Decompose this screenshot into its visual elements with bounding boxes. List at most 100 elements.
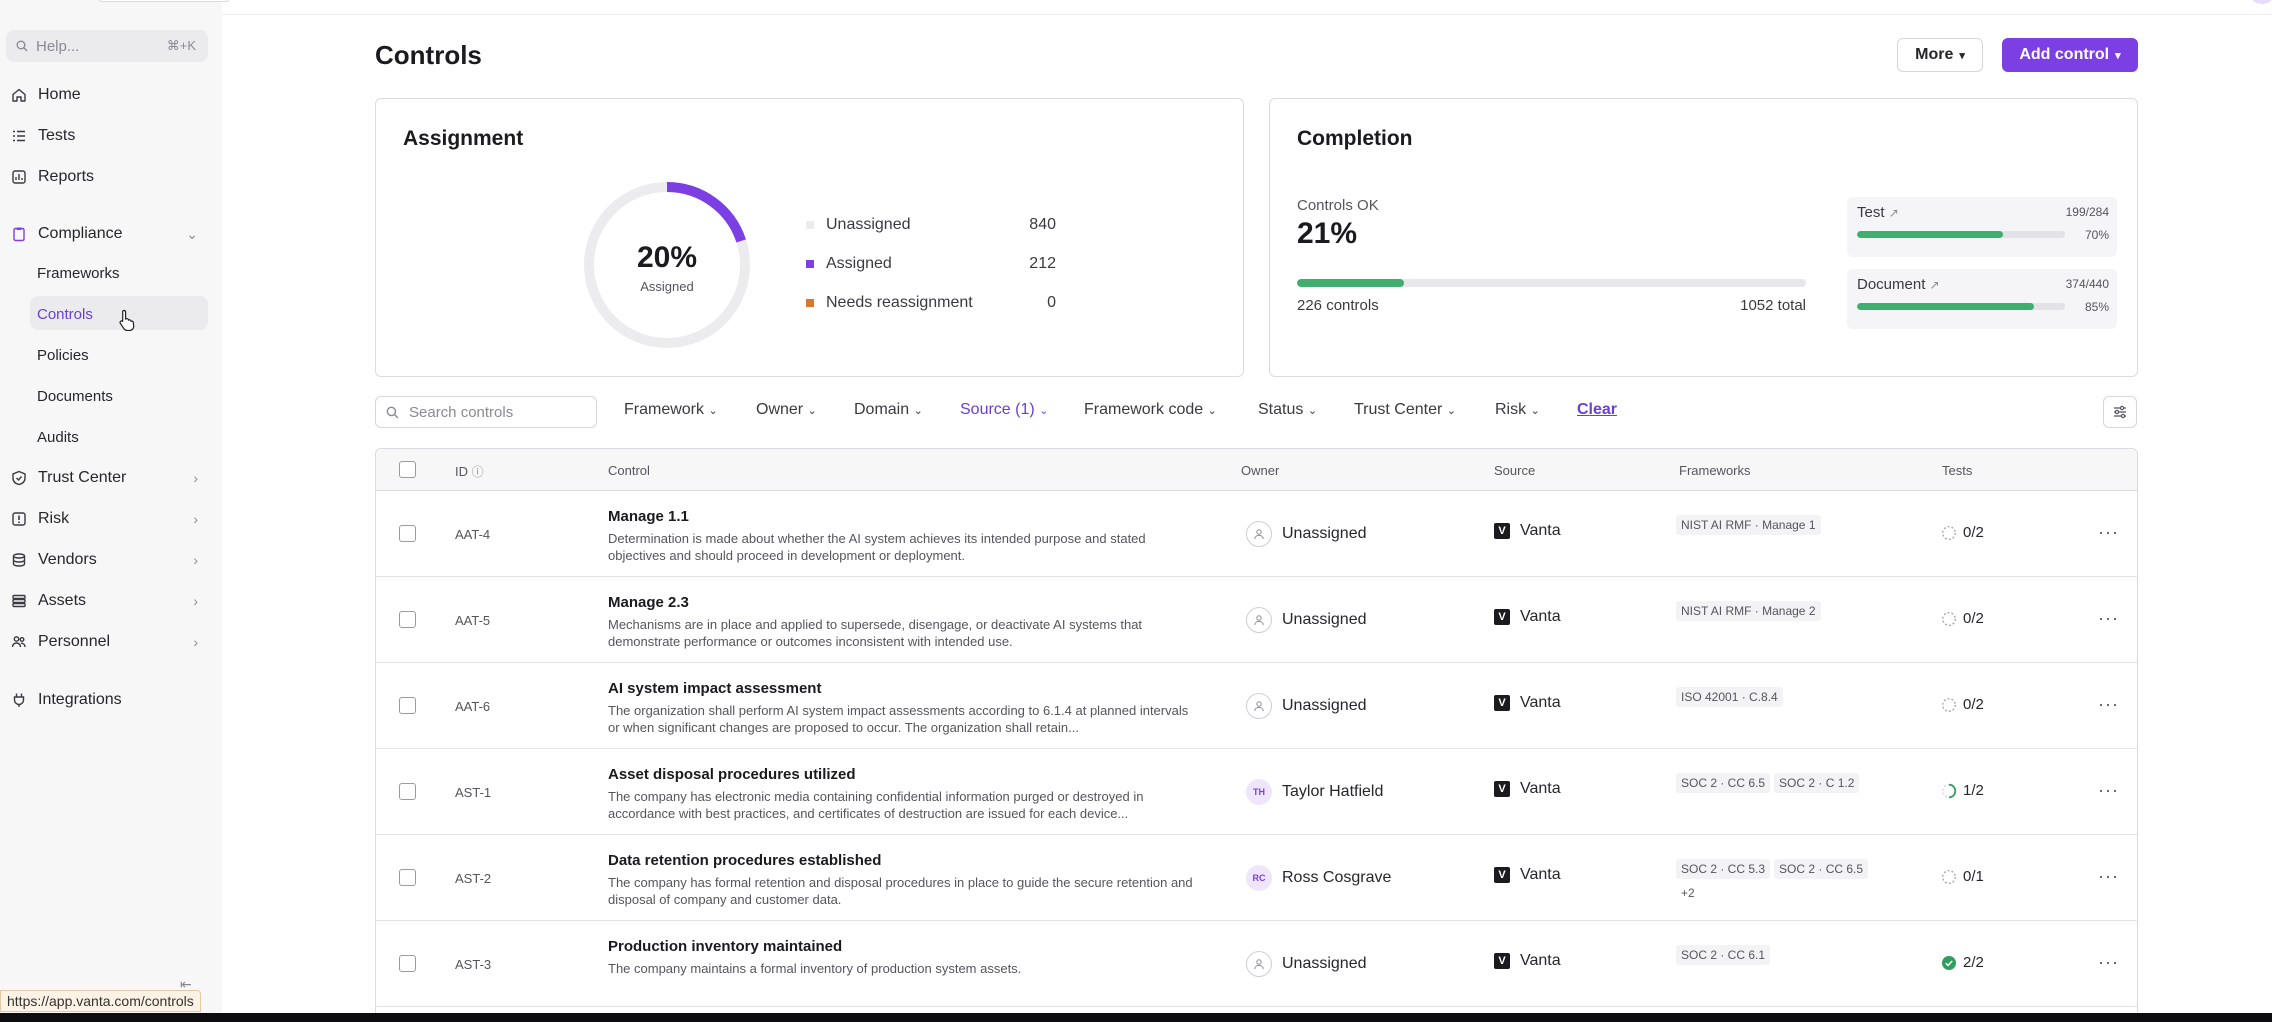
document-label: Document ↗ bbox=[1857, 276, 1940, 293]
filter-trust-center[interactable]: Trust Center ⌄ bbox=[1354, 401, 1456, 419]
test-progress[interactable]: Test ↗ 199/284 70% bbox=[1847, 197, 2117, 257]
row-menu-icon[interactable]: ··· bbox=[2098, 952, 2119, 973]
help-placeholder: Help... bbox=[36, 37, 80, 55]
control-id: AST-1 bbox=[455, 785, 492, 800]
control-title[interactable]: Manage 2.3 bbox=[608, 594, 689, 611]
row-menu-icon[interactable]: ··· bbox=[2098, 780, 2119, 801]
control-title[interactable]: Asset disposal procedures utilized bbox=[608, 766, 856, 783]
legend-needs-reassignment: Needs reassignment 0 bbox=[806, 291, 1056, 315]
help-search[interactable]: Help... ⌘+K bbox=[6, 30, 208, 62]
table-row[interactable]: AAT-6 AI system impact assessment The orga… bbox=[376, 663, 2137, 749]
sidebar-sub-policies[interactable]: Policies bbox=[30, 338, 208, 372]
filter-source[interactable]: Source (1) ⌄ bbox=[960, 401, 1048, 419]
row-checkbox[interactable] bbox=[399, 697, 416, 714]
row-checkbox[interactable] bbox=[399, 783, 416, 800]
document-progress[interactable]: Document ↗ 374/440 85% bbox=[1847, 269, 2117, 329]
legend-count: 840 bbox=[1029, 216, 1056, 233]
filter-framework[interactable]: Framework ⌄ bbox=[624, 401, 718, 419]
controls-table: ID ⓘ Control Owner Source Frameworks Tes… bbox=[375, 448, 2138, 1018]
table-row[interactable]: AAT-4 Manage 1.1 Determination is made abo… bbox=[376, 491, 2137, 577]
controls-ok-bar bbox=[1297, 279, 1806, 287]
owner-cell[interactable]: Unassigned bbox=[1246, 692, 1367, 720]
column-tests[interactable]: Tests bbox=[1942, 463, 1972, 478]
owner-cell[interactable]: Unassigned bbox=[1246, 950, 1367, 978]
select-all-checkbox[interactable] bbox=[399, 461, 416, 478]
plug-icon bbox=[10, 691, 28, 709]
row-menu-icon[interactable]: ··· bbox=[2098, 866, 2119, 887]
owner-cell[interactable]: TH Taylor Hatfield bbox=[1246, 778, 1383, 806]
legend-swatch bbox=[806, 260, 814, 268]
filter-owner[interactable]: Owner ⌄ bbox=[756, 401, 817, 419]
column-frameworks[interactable]: Frameworks bbox=[1679, 463, 1751, 478]
status-bar-url: https://app.vanta.com/controls bbox=[0, 990, 201, 1012]
tests-cell[interactable]: 0/2 bbox=[1941, 524, 1984, 541]
table-row[interactable]: AST-2 Data retention procedures establish… bbox=[376, 835, 2137, 921]
column-control[interactable]: Control bbox=[608, 463, 650, 478]
control-id: AAT-4 bbox=[455, 527, 491, 542]
owner-cell[interactable]: Unassigned bbox=[1246, 520, 1367, 548]
sidebar-sub-audits[interactable]: Audits bbox=[30, 420, 208, 454]
assignment-percent: 20% bbox=[636, 241, 698, 274]
sidebar-item-reports[interactable]: Reports bbox=[6, 160, 208, 194]
sidebar-item-personnel[interactable]: Personnel › bbox=[6, 625, 208, 659]
owner-name: Unassigned bbox=[1282, 955, 1367, 972]
owner-cell[interactable]: RC Ross Cosgrave bbox=[1246, 864, 1391, 892]
table-row[interactable]: AST-3 Production inventory maintained The … bbox=[376, 921, 2137, 1007]
legend-label: Unassigned bbox=[826, 216, 911, 233]
sidebar-item-vendors[interactable]: Vendors › bbox=[6, 543, 208, 577]
row-menu-icon[interactable]: ··· bbox=[2098, 694, 2119, 715]
row-checkbox[interactable] bbox=[399, 955, 416, 972]
table-row[interactable]: AAT-5 Manage 2.3 Mechanisms are in place a… bbox=[376, 577, 2137, 663]
column-owner[interactable]: Owner bbox=[1241, 463, 1279, 478]
search-input[interactable] bbox=[409, 403, 579, 421]
assignment-card: Assignment 20% Assigned Unassigned 840 A… bbox=[375, 98, 1244, 377]
tests-cell[interactable]: 0/2 bbox=[1941, 696, 1984, 713]
test-passed-icon bbox=[1942, 955, 1956, 970]
controls-ok-percent: 21% bbox=[1297, 217, 1358, 250]
framework-more[interactable]: +2 bbox=[1676, 883, 1700, 903]
row-checkbox[interactable] bbox=[399, 525, 416, 542]
tests-cell[interactable]: 0/2 bbox=[1941, 610, 1984, 627]
owner-cell[interactable]: Unassigned bbox=[1246, 606, 1367, 634]
control-title[interactable]: AI system impact assessment bbox=[608, 680, 821, 697]
filter-framework-code[interactable]: Framework code ⌄ bbox=[1084, 401, 1217, 419]
sidebar-item-risk[interactable]: Risk › bbox=[6, 502, 208, 536]
search-controls[interactable] bbox=[375, 396, 597, 428]
column-settings-button[interactable] bbox=[2103, 396, 2137, 428]
sidebar-item-home[interactable]: Home bbox=[6, 78, 208, 112]
table-row[interactable]: AST-1 Asset disposal procedures utilized T… bbox=[376, 749, 2137, 835]
sidebar-sub-frameworks[interactable]: Frameworks bbox=[30, 256, 208, 290]
search-icon bbox=[386, 406, 399, 418]
control-title[interactable]: Data retention procedures established bbox=[608, 852, 881, 869]
filter-status[interactable]: Status ⌄ bbox=[1258, 401, 1317, 419]
user-icon bbox=[1254, 615, 1264, 626]
tests-cell[interactable]: 0/1 bbox=[1941, 868, 1984, 885]
tests-cell[interactable]: 1/2 bbox=[1941, 782, 1984, 799]
sidebar-item-assets[interactable]: Assets › bbox=[6, 584, 208, 618]
chevron-down-icon: ▾ bbox=[1959, 49, 1965, 62]
row-checkbox[interactable] bbox=[399, 869, 416, 886]
filter-risk[interactable]: Risk ⌄ bbox=[1495, 401, 1540, 419]
sidebar-item-integrations[interactable]: Integrations bbox=[6, 683, 208, 717]
top-tab-stub bbox=[98, 0, 230, 2]
more-button[interactable]: More ▾ bbox=[1897, 38, 1983, 72]
row-checkbox[interactable] bbox=[399, 611, 416, 628]
frameworks-cell: ISO 42001 · C.8.4 bbox=[1676, 687, 1876, 707]
test-bar-fill bbox=[1857, 231, 2003, 238]
clear-filters-link[interactable]: Clear bbox=[1577, 401, 1617, 419]
row-menu-icon[interactable]: ··· bbox=[2098, 608, 2119, 629]
filter-domain[interactable]: Domain ⌄ bbox=[854, 401, 923, 419]
sidebar-sub-documents[interactable]: Documents bbox=[30, 379, 208, 413]
column-id[interactable]: ID ⓘ bbox=[455, 463, 484, 480]
sidebar-item-trust-center[interactable]: Trust Center › bbox=[6, 461, 208, 495]
frameworks-cell: SOC 2 · CC 6.5 SOC 2 · C 1.2 bbox=[1676, 773, 1876, 793]
column-source[interactable]: Source bbox=[1494, 463, 1535, 478]
tests-cell[interactable]: 2/2 bbox=[1941, 954, 1984, 971]
row-menu-icon[interactable]: ··· bbox=[2098, 522, 2119, 543]
sidebar-item-tests[interactable]: Tests bbox=[6, 119, 208, 153]
tests-count: 0/2 bbox=[1963, 610, 1984, 627]
control-title[interactable]: Manage 1.1 bbox=[608, 508, 689, 525]
control-title[interactable]: Production inventory maintained bbox=[608, 938, 842, 955]
sidebar-item-compliance[interactable]: Compliance ⌄ bbox=[6, 217, 208, 251]
add-control-button[interactable]: Add control ▾ bbox=[2002, 38, 2138, 72]
